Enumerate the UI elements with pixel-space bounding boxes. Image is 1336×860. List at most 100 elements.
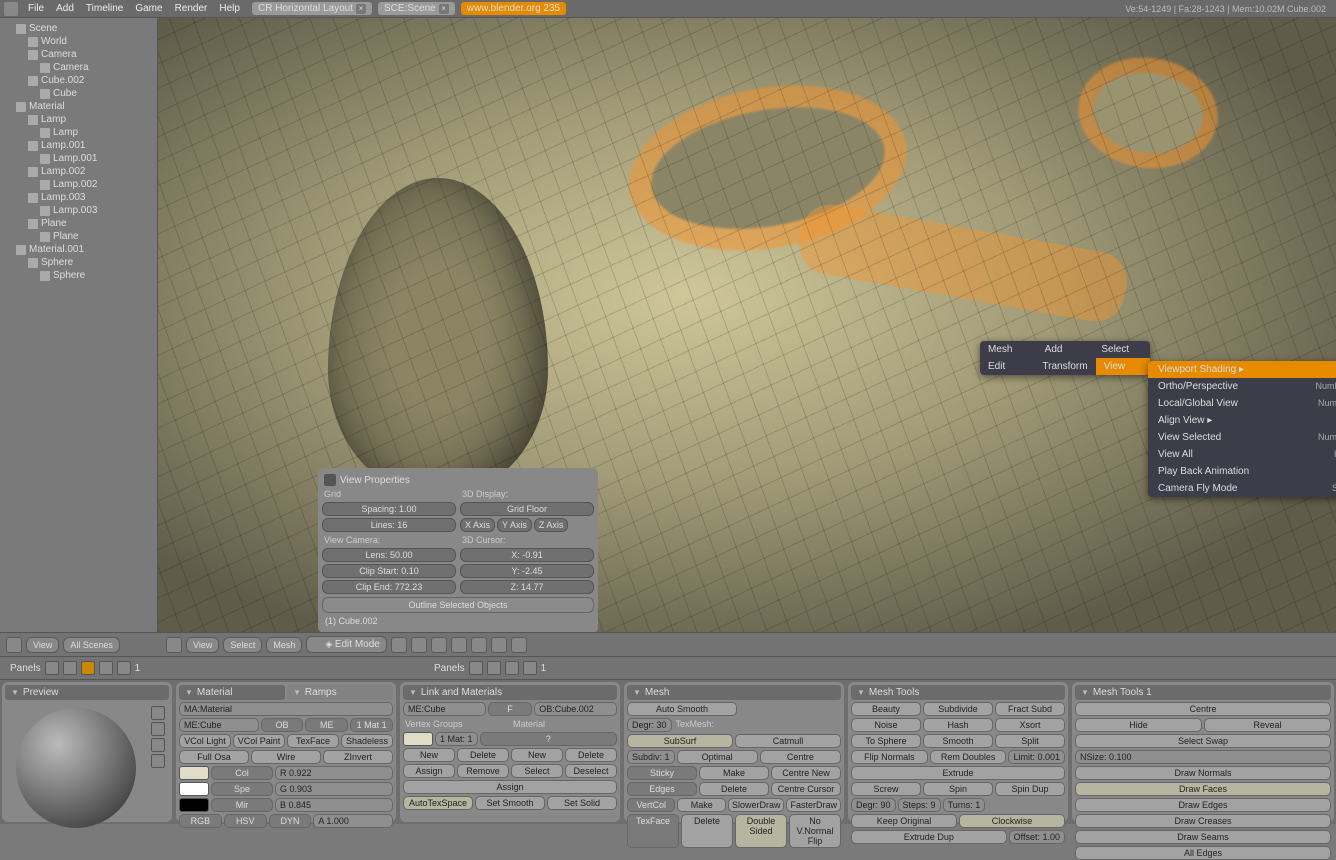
object-field[interactable]: OB:Cube.002	[534, 702, 617, 716]
link-tab[interactable]: www.blender.org 235	[461, 2, 566, 15]
drawcreases-button[interactable]: Draw Creases	[1075, 814, 1331, 828]
fullosa-button[interactable]: Full Osa	[179, 750, 249, 764]
outline-selected-button[interactable]: Outline Selected Objects	[322, 597, 594, 613]
drawedges-button[interactable]: Draw Edges	[1075, 798, 1331, 812]
gridfloor-button[interactable]: Grid Floor	[460, 502, 594, 516]
ctx-select[interactable]: Select	[1093, 341, 1150, 358]
vcolpaint-button[interactable]: VCol Paint	[233, 734, 285, 748]
ctx-transform[interactable]: Transform	[1034, 358, 1095, 375]
new-button[interactable]: New	[511, 748, 563, 762]
shadeless-button[interactable]: Shadeless	[341, 734, 393, 748]
pivot-icon[interactable]	[411, 637, 427, 653]
sel-edge-icon[interactable]	[471, 637, 487, 653]
yaxis-button[interactable]: Y Axis	[497, 518, 532, 532]
offset-field[interactable]: Offset: 1.00	[1009, 830, 1065, 844]
tree-item[interactable]: World	[2, 35, 155, 48]
menu-item[interactable]: Viewport Shading ▸	[1148, 361, 1336, 378]
panel-title[interactable]: Mesh Tools 1	[1075, 685, 1331, 700]
preview-flat-icon[interactable]	[151, 706, 165, 720]
tree-item[interactable]: Sphere	[2, 256, 155, 269]
noise-button[interactable]: Noise	[851, 718, 921, 732]
keeporiginal-button[interactable]: Keep Original	[851, 814, 957, 828]
subdivide-button[interactable]: Subdivide	[923, 702, 993, 716]
menu-add[interactable]: Add	[50, 3, 80, 14]
tree-item[interactable]: Lamp.001	[2, 139, 155, 152]
scenes-dropdown[interactable]: All Scenes	[63, 637, 120, 653]
ctx-icon[interactable]	[469, 661, 483, 675]
tree-item[interactable]: Lamp.003	[2, 204, 155, 217]
delete-button[interactable]: Delete	[457, 748, 509, 762]
preview-cube-icon[interactable]	[151, 738, 165, 752]
autosmooth-button[interactable]: Auto Smooth	[627, 702, 737, 716]
clipend-field[interactable]: Clip End: 772.23	[322, 580, 456, 594]
manipulator-icon[interactable]	[431, 637, 447, 653]
centrecur-button[interactable]: Centre Cursor	[771, 782, 841, 796]
f-button[interactable]: F	[488, 702, 532, 716]
delete-button[interactable]: Delete	[681, 814, 733, 848]
tree-item[interactable]: Plane	[2, 230, 155, 243]
ctx-add[interactable]: Add	[1037, 341, 1094, 358]
spec-swatch[interactable]	[179, 782, 209, 796]
tree-item[interactable]: Plane	[2, 217, 155, 230]
tree-item[interactable]: Lamp.002	[2, 165, 155, 178]
tree-item[interactable]: Cube.002	[2, 74, 155, 87]
mat-slot[interactable]: 1 Mat: 1	[435, 732, 478, 746]
reveal-button[interactable]: Reveal	[1204, 718, 1331, 732]
vertcol-button[interactable]: VertCol	[627, 798, 675, 812]
catmull-button[interactable]: Catmull	[735, 734, 841, 748]
editor-type-icon[interactable]	[166, 637, 182, 653]
extrude-button[interactable]: Extrude	[851, 766, 1065, 780]
editor-type-icon[interactable]	[6, 637, 22, 653]
color-swatch[interactable]	[179, 766, 209, 780]
col-button[interactable]: Col	[211, 766, 273, 780]
split-button[interactable]: Split	[995, 734, 1065, 748]
doublesided-button[interactable]: Double Sided	[735, 814, 787, 848]
ctx-icon[interactable]	[523, 661, 537, 675]
tree-item[interactable]: Sphere	[2, 269, 155, 282]
tree-item[interactable]: Material.001	[2, 243, 155, 256]
ctx-logic-icon[interactable]	[45, 661, 59, 675]
spindup-button[interactable]: Spin Dup	[995, 782, 1065, 796]
ob-button[interactable]: OB	[261, 718, 304, 732]
turns-field[interactable]: Turns: 1	[943, 798, 986, 812]
tree-item[interactable]: Lamp	[2, 113, 155, 126]
tree-item[interactable]: Camera	[2, 61, 155, 74]
wire-button[interactable]: Wire	[251, 750, 321, 764]
lines-field[interactable]: Lines: 16	[322, 518, 456, 532]
sel-vertex-icon[interactable]	[451, 637, 467, 653]
menu-item[interactable]: View SelectedNumPad .	[1148, 429, 1336, 446]
subsurf-button[interactable]: SubSurf	[627, 734, 733, 748]
rgb-button[interactable]: RGB	[179, 814, 222, 828]
assign-button[interactable]: Assign	[403, 764, 455, 778]
xaxis-button[interactable]: X Axis	[460, 518, 495, 532]
mode-dropdown[interactable]: ◈ Edit Mode	[306, 636, 386, 653]
ctx-object-icon[interactable]	[99, 661, 113, 675]
spin-button[interactable]: Spin	[923, 782, 993, 796]
limit-field[interactable]: Limit: 0.001	[1008, 750, 1065, 764]
r-slider[interactable]: R 0.922	[275, 766, 393, 780]
degr-field[interactable]: Degr: 90	[851, 798, 896, 812]
cursor-y[interactable]: Y: -2.45	[460, 564, 594, 578]
frame-field[interactable]: 1	[541, 663, 547, 674]
hsv-button[interactable]: HSV	[224, 814, 267, 828]
proportional-icon[interactable]	[511, 637, 527, 653]
autotex-button[interactable]: AutoTexSpace	[403, 796, 473, 810]
screw-button[interactable]: Screw	[851, 782, 921, 796]
lens-field[interactable]: Lens: 50.00	[322, 548, 456, 562]
preview-sphere-icon[interactable]	[151, 722, 165, 736]
menu-item[interactable]: Local/Global ViewNumPad /	[1148, 395, 1336, 412]
sel-face-icon[interactable]	[491, 637, 507, 653]
smooth-button[interactable]: Set Smooth	[475, 796, 545, 810]
fastdraw-button[interactable]: FasterDraw	[786, 798, 841, 812]
cursor-z[interactable]: Z: 14.77	[460, 580, 594, 594]
scene-tab[interactable]: SCE:Scene×	[378, 2, 455, 15]
selectswap-button[interactable]: Select Swap	[1075, 734, 1331, 748]
panel-title[interactable]: Link and Materials	[403, 685, 617, 700]
panel-title[interactable]: Mesh Tools	[851, 685, 1065, 700]
menu-game[interactable]: Game	[129, 3, 168, 14]
menu-help[interactable]: Help	[213, 3, 246, 14]
edges-button[interactable]: Edges	[627, 782, 697, 796]
ctx-icon[interactable]	[505, 661, 519, 675]
subdiv-field[interactable]: Subdiv: 1	[627, 750, 675, 764]
tree-item[interactable]: Camera	[2, 48, 155, 61]
